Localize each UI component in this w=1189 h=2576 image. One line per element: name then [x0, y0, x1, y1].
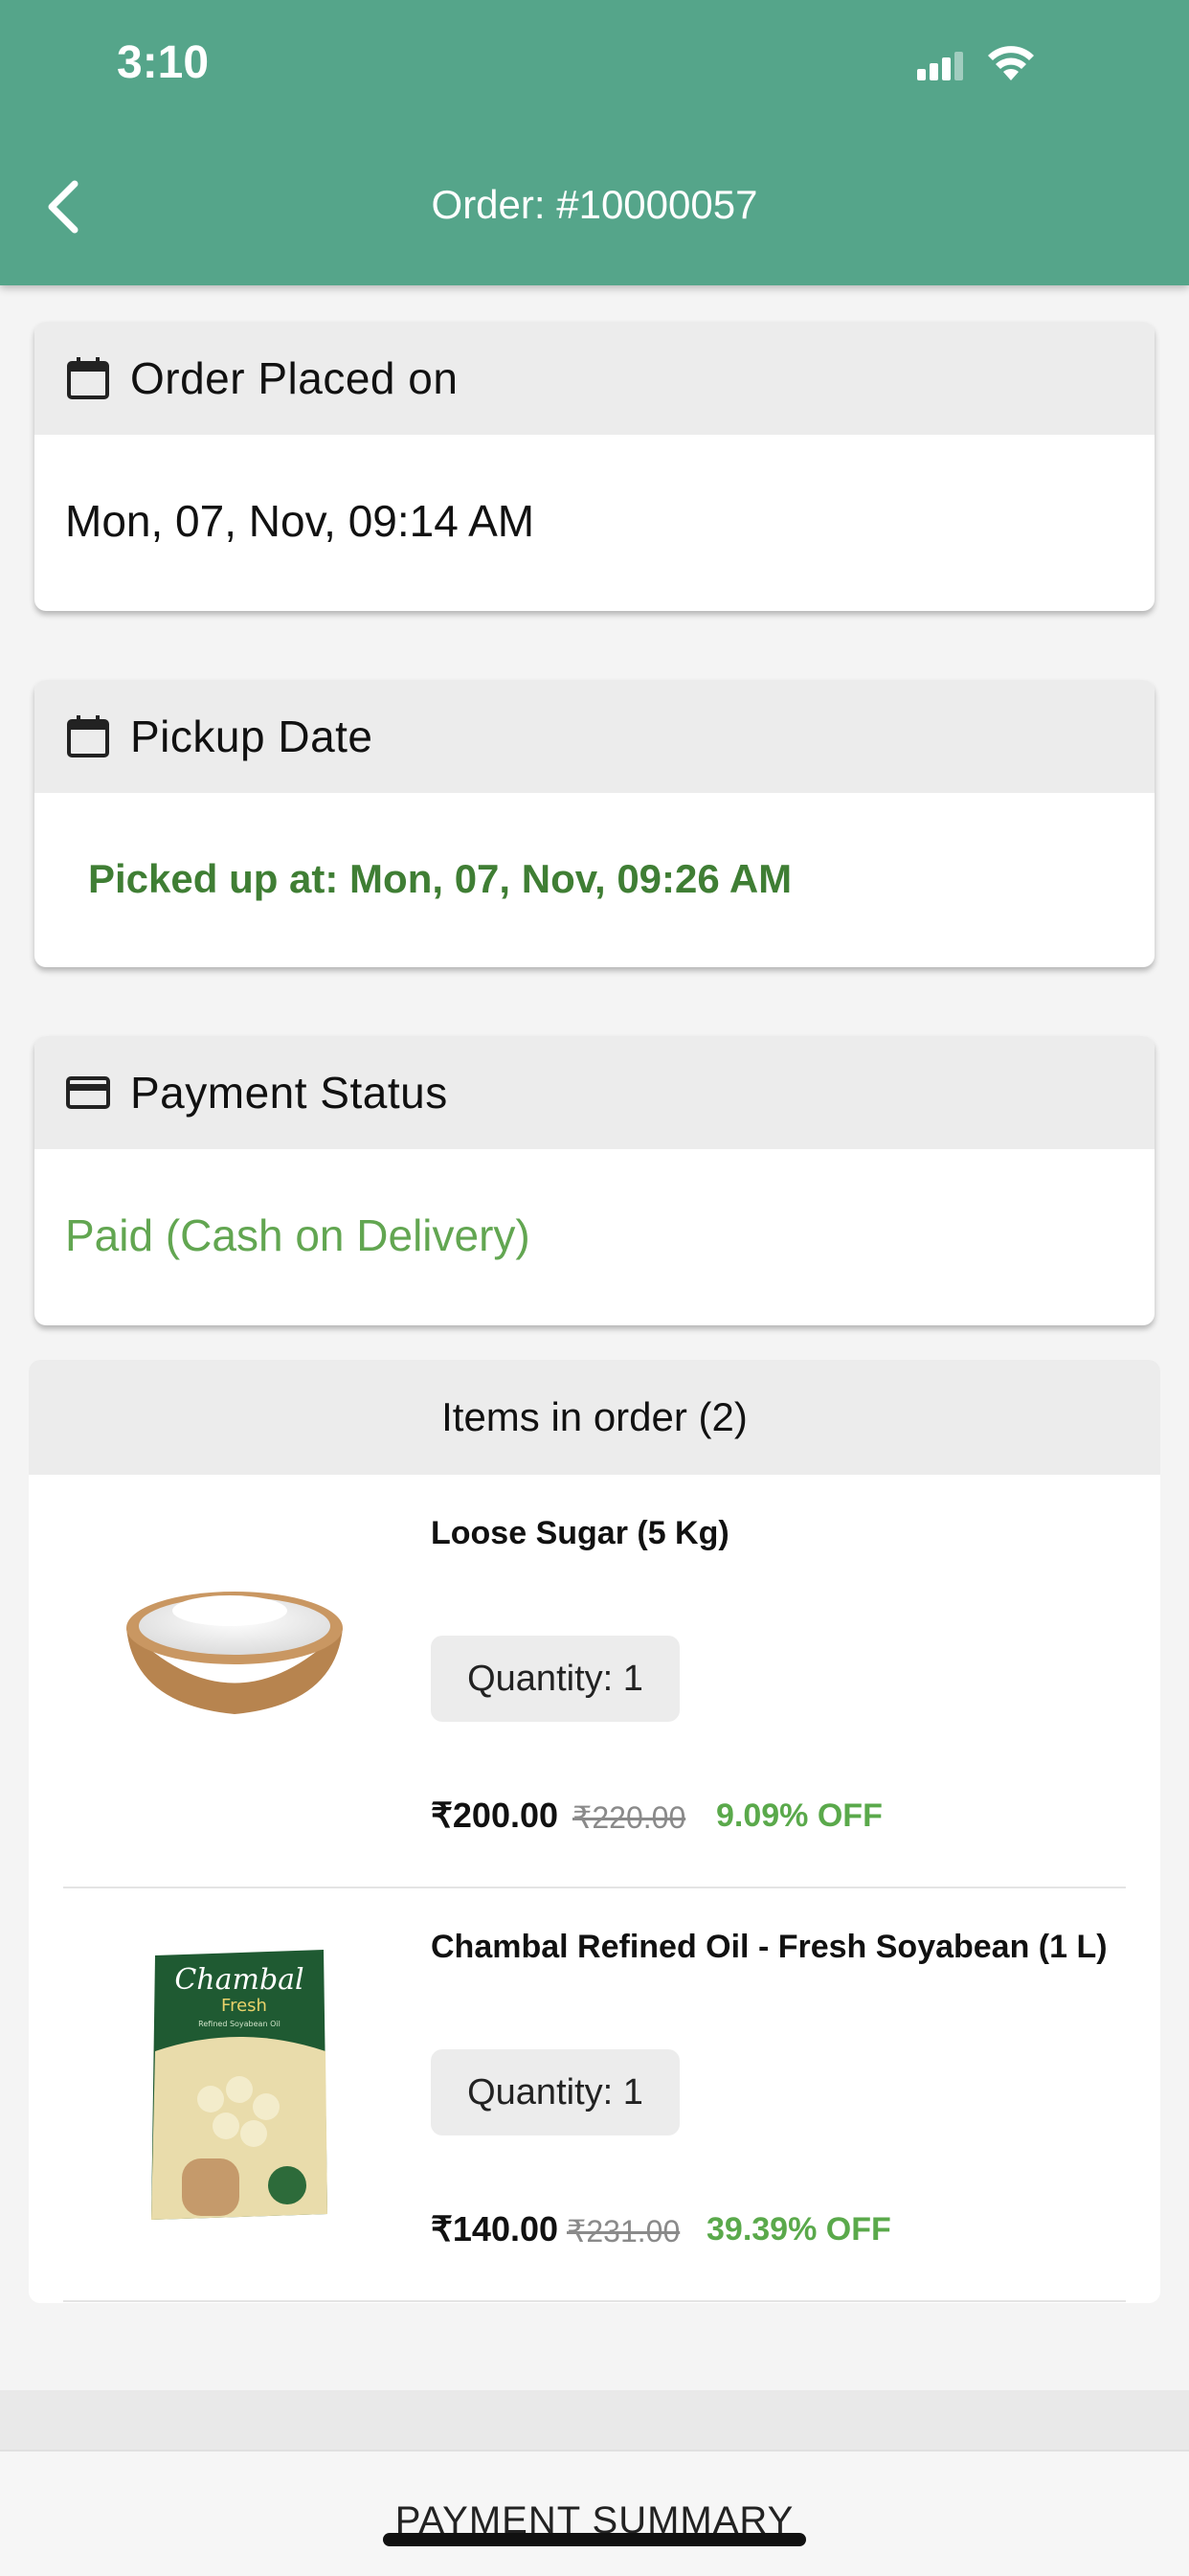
item-name: Loose Sugar (5 Kg)	[431, 1515, 729, 1551]
quantity-badge: Quantity: 1	[431, 1636, 680, 1722]
pickup-date-value: Picked up at: Mon, 07, Nov, 09:26 AM	[88, 856, 793, 901]
pickup-date-label: Pickup Date	[130, 712, 373, 761]
order-placed-value: Mon, 07, Nov, 09:14 AM	[65, 496, 535, 546]
sugar-bowl-image	[126, 1592, 343, 1714]
order-placed-label: Order Placed on	[130, 353, 459, 403]
pickup-date-header: Pickup Date	[34, 680, 1155, 793]
quantity-badge: Quantity: 1	[431, 2049, 680, 2135]
divider	[63, 2300, 1126, 2302]
status-time: 3:10	[117, 37, 210, 88]
item-discount: 39.39% OFF	[707, 2211, 891, 2248]
payment-status-value: Paid (Cash on Delivery)	[65, 1210, 530, 1260]
credit-card-icon	[66, 1076, 110, 1109]
cellular-signal-icon	[917, 52, 967, 80]
summary-separator	[0, 2390, 1189, 2452]
item-mrp: ₹231.00	[567, 2214, 681, 2248]
items-title: Items in order (2)	[29, 1360, 1160, 1475]
pickup-date-body: Picked up at: Mon, 07, Nov, 09:26 AM	[34, 793, 1155, 965]
item-price: ₹140.00	[431, 2209, 559, 2248]
oil-pack-image: Chambal Fresh Refined Soyabean Oil	[151, 1950, 327, 2220]
payment-status-card: Payment Status Paid (Cash on Delivery)	[34, 1036, 1155, 1325]
calendar-icon	[67, 715, 109, 757]
item-discount: 9.09% OFF	[716, 1797, 883, 1834]
home-indicator[interactable]	[383, 2533, 806, 2546]
pickup-date-card: Pickup Date Picked up at: Mon, 07, Nov, …	[34, 680, 1155, 967]
item-name: Chambal Refined Oil - Fresh Soyabean (1 …	[431, 1929, 1108, 1965]
payment-status-label: Payment Status	[130, 1068, 448, 1118]
list-item[interactable]: Chambal Fresh Refined Soyabean Oil Chamb…	[29, 1888, 1160, 2302]
order-items-section: Items in order (2) Loose Sugar (5 Kg) Qu…	[29, 1360, 1160, 2303]
calendar-icon	[67, 357, 109, 399]
wifi-icon	[988, 46, 1034, 80]
list-item[interactable]: Loose Sugar (5 Kg) Quantity: 1 ₹200.00 ₹…	[29, 1475, 1160, 1888]
item-price: ₹200.00	[431, 1796, 559, 1835]
order-placed-card: Order Placed on Mon, 07, Nov, 09:14 AM	[34, 322, 1155, 611]
page-title: Order: #10000057	[431, 182, 758, 227]
app-header: 3:10 Order: #10000057	[0, 0, 1189, 285]
order-placed-header: Order Placed on	[34, 322, 1155, 435]
item-mrp: ₹220.00	[572, 1800, 686, 1835]
payment-status-header: Payment Status	[34, 1036, 1155, 1149]
product-sub-text: Refined Soyabean Oil	[198, 2020, 280, 2028]
product-variant-text: Fresh	[221, 1996, 267, 2016]
product-brand-text: Chambal	[174, 1963, 303, 1997]
payment-status-body: Paid (Cash on Delivery)	[34, 1149, 1155, 1322]
